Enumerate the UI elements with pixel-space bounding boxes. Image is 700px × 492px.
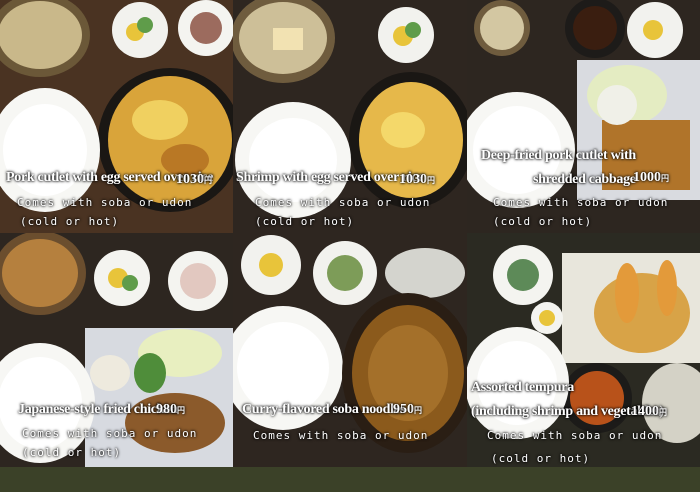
item-title-line1: Deep-fried pork cutlet with <box>481 148 636 163</box>
footer-bar <box>0 467 700 492</box>
item-side-note: Comes with soba or udon <box>493 196 669 209</box>
menu-item-fried-chicken[interactable]: Japanese-style fried chicken 980円 Comes … <box>0 233 233 467</box>
item-side-temp: (cold or hot) <box>255 215 355 228</box>
menu-item-pork-cutlet-cabbage[interactable]: Deep-fried pork cutlet with shredded cab… <box>467 0 700 233</box>
item-side-note: Comes with soba or udon <box>17 196 193 209</box>
item-title: Japanese-style fried chicken <box>18 402 178 417</box>
item-price: 1030円 <box>399 172 435 187</box>
menu-item-shrimp-egg[interactable]: Shrimp with egg served over rice 1030円 C… <box>233 0 467 233</box>
item-side-temp: (cold or hot) <box>493 215 593 228</box>
item-title: Shrimp with egg served over rice <box>236 170 424 185</box>
item-side-note: Comes with soba or udon <box>22 427 198 440</box>
menu-item-curry-soba[interactable]: Curry-flavored soba noodles 950円 Comes w… <box>233 233 467 467</box>
item-side-temp: (cold or hot) <box>22 446 122 459</box>
item-side-note: Comes with soba or udon <box>255 196 431 209</box>
item-title: Curry-flavored soba noodles <box>242 402 405 417</box>
item-price: 980円 <box>156 402 185 417</box>
item-title-line2: shredded cabbage <box>533 172 636 187</box>
menu-item-tempura[interactable]: Assorted tempura (including shrimp and v… <box>467 233 700 467</box>
item-price: 1030円 <box>176 172 212 187</box>
item-side-note: Comes with soba or udon <box>253 429 429 442</box>
menu-grid: Pork cutlet with egg served over rice 10… <box>0 0 700 492</box>
item-price: 1000円 <box>633 170 669 185</box>
item-side-temp: (cold or hot) <box>491 452 591 465</box>
item-price: 1400円 <box>631 404 667 419</box>
menu-item-pork-cutlet-egg[interactable]: Pork cutlet with egg served over rice 10… <box>0 0 233 233</box>
item-title-line1: Assorted tempura <box>471 380 574 395</box>
item-side-temp: (cold or hot) <box>20 215 120 228</box>
item-price: 950円 <box>393 402 422 417</box>
item-side-note: Comes with soba or udon <box>487 429 663 442</box>
